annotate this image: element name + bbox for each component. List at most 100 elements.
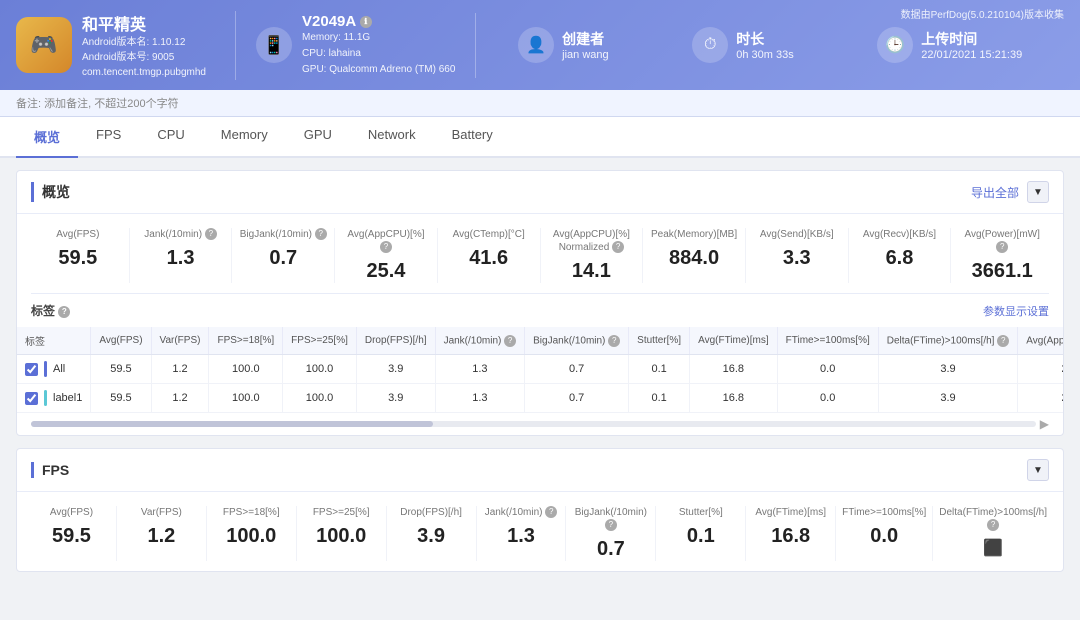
fps-var-label: Var(FPS) (123, 506, 200, 519)
device-info-section: 📱 V2049A ℹ Memory: 11.1G CPU: lahaina GP… (236, 13, 476, 78)
tags-info-icon[interactable]: ? (58, 306, 70, 318)
row-label1-drop: 3.9 (356, 384, 435, 413)
param-settings-link[interactable]: 参数显示设置 (983, 303, 1049, 319)
stat-appcpu-label: Avg(AppCPU)[%] ? (341, 228, 431, 254)
fps-drop-value: 3.9 (393, 525, 470, 548)
bigjank-info-icon[interactable]: ? (315, 228, 327, 240)
stat-power-label: Avg(Power)[mW] ? (957, 228, 1047, 254)
overview-stats-row: Avg(FPS) 59.5 Jank(/10min) ? 1.3 BigJank… (17, 214, 1063, 293)
overview-actions: 导出全部 ▼ (971, 181, 1049, 203)
appcpu-info-icon[interactable]: ? (380, 241, 392, 253)
table-header-row: 标签 Avg(FPS) Var(FPS) FPS>=18[%] FPS>=25[… (17, 327, 1063, 355)
device-memory: Memory: 11.1G (302, 30, 455, 46)
row-all-appcpu: 25.4 (1018, 355, 1063, 384)
scroll-track[interactable] (31, 421, 1036, 427)
row-label1-name: label1 (53, 392, 82, 404)
session-meta: 👤 创建者 jian wang ⏱ 时长 0h 30m 33s 🕒 上传时间 2… (476, 27, 1064, 63)
col-jank: Jank(/10min) ? (435, 327, 525, 355)
row-label1-checkbox[interactable] (25, 392, 38, 405)
scroll-right-arrow[interactable]: ▶ (1040, 417, 1049, 431)
stat-recv: Avg(Recv)[KB/s] 6.8 (849, 228, 952, 283)
table-row: All 59.5 1.2 100.0 100.0 3.9 1.3 0.7 0.1… (17, 355, 1063, 384)
row-all-fps25: 100.0 (283, 355, 357, 384)
table-row: label1 59.5 1.2 100.0 100.0 3.9 1.3 0.7 … (17, 384, 1063, 413)
col-bigjank: BigJank(/10min) ? (525, 327, 629, 355)
row-label1-color-bar (44, 390, 47, 406)
stat-bigjank-value: 0.7 (238, 247, 328, 270)
fps-stat-ftime100: FTime>=100ms[%] 0.0 (836, 506, 933, 561)
stat-appcpu-norm: Avg(AppCPU)[%] Normalized ? 14.1 (541, 228, 644, 283)
tab-gpu[interactable]: GPU (286, 117, 350, 158)
fps-25-value: 100.0 (303, 525, 380, 548)
fps-bigjank-value: 0.7 (572, 538, 649, 561)
col-ftime100: FTime>=100ms[%] (777, 327, 878, 355)
row-label1-stutter: 0.1 (629, 384, 690, 413)
fps-collapse-button[interactable]: ▼ (1027, 459, 1049, 481)
upload-time-label: 上传时间 (921, 29, 1022, 49)
col-appcpu: Avg(AppCPU)[%] ? (1018, 327, 1063, 355)
stat-ctemp-value: 41.6 (444, 247, 534, 270)
stat-power-value: 3661.1 (957, 260, 1047, 283)
fps-stat-stutter: Stutter[%] 0.1 (656, 506, 746, 561)
upload-time-icon: 🕒 (877, 27, 913, 63)
creator-info: 创建者 jian wang (562, 29, 608, 61)
row-all-drop: 3.9 (356, 355, 435, 384)
stat-appcpu-value: 25.4 (341, 260, 431, 283)
col-fps25: FPS>=25[%] (283, 327, 357, 355)
row-label1-avg-fps: 59.5 (91, 384, 151, 413)
fps-ftime100-label: FTime>=100ms[%] (842, 506, 926, 519)
device-info-icon[interactable]: ℹ (360, 16, 372, 28)
power-info-icon[interactable]: ? (996, 241, 1008, 253)
tab-overview[interactable]: 概览 (16, 117, 78, 158)
tags-table-container[interactable]: 标签 Avg(FPS) Var(FPS) FPS>=18[%] FPS>=25[… (17, 327, 1063, 413)
row-all-label: All (17, 355, 91, 384)
tab-battery[interactable]: Battery (434, 117, 511, 158)
fps-25-label: FPS>=25[%] (303, 506, 380, 519)
fps-jank-label: Jank(/10min) ? (483, 506, 560, 519)
device-cpu: CPU: lahaina (302, 46, 455, 62)
overview-title: 概览 (31, 182, 70, 202)
creator-value: jian wang (562, 49, 608, 61)
app-version-name: Android版本名: 1.10.12 (82, 35, 206, 50)
fps-jank-info-icon[interactable]: ? (545, 506, 557, 518)
tab-fps[interactable]: FPS (78, 117, 139, 158)
export-button[interactable]: 导出全部 (971, 184, 1019, 201)
stat-ctemp: Avg(CTemp)[°C] 41.6 (438, 228, 541, 283)
fps-delta-value: ⬛ (939, 538, 1047, 558)
stat-memory: Peak(Memory)[MB] 884.0 (643, 228, 746, 283)
table-jank-info[interactable]: ? (504, 335, 516, 347)
fps-delta-label: Delta(FTime)>100ms[/h] ? (939, 506, 1047, 532)
table-delta-info[interactable]: ? (997, 335, 1009, 347)
overview-collapse-button[interactable]: ▼ (1027, 181, 1049, 203)
table-bigjank-info[interactable]: ? (608, 335, 620, 347)
stat-bigjank: BigJank(/10min) ? 0.7 (232, 228, 335, 283)
row-label1-ftime: 16.8 (690, 384, 778, 413)
overview-section: 概览 导出全部 ▼ Avg(FPS) 59.5 Jank(/10min) ? 1… (16, 170, 1064, 436)
row-all-ftime100: 0.0 (777, 355, 878, 384)
appcpu-norm-info-icon[interactable]: ? (612, 241, 624, 253)
fps-18-value: 100.0 (213, 525, 290, 548)
tags-title: 标签 ? (31, 302, 70, 319)
duration-icon: ⏱ (692, 27, 728, 63)
main-content: 概览 导出全部 ▼ Avg(FPS) 59.5 Jank(/10min) ? 1… (0, 158, 1080, 596)
tab-memory[interactable]: Memory (203, 117, 286, 158)
tab-network[interactable]: Network (350, 117, 434, 158)
tab-cpu[interactable]: CPU (139, 117, 202, 158)
fps-delta-info-icon[interactable]: ? (987, 519, 999, 531)
stat-appcpu: Avg(AppCPU)[%] ? 25.4 (335, 228, 438, 283)
col-ftime: Avg(FTime)[ms] (690, 327, 778, 355)
table-scroll-indicator: ▶ (17, 413, 1063, 435)
col-fps18: FPS>=18[%] (209, 327, 283, 355)
stat-avg-fps: Avg(FPS) 59.5 (27, 228, 130, 283)
jank-info-icon[interactable]: ? (205, 228, 217, 240)
stat-send-value: 3.3 (752, 247, 842, 270)
perfdog-notice: 数据由PerfDog(5.0.210104)版本收集 (901, 6, 1064, 21)
stat-memory-label: Peak(Memory)[MB] (649, 228, 739, 241)
fps-drop-label: Drop(FPS)[/h] (393, 506, 470, 519)
fps-bigjank-info-icon[interactable]: ? (605, 519, 617, 531)
row-all-checkbox[interactable] (25, 363, 38, 376)
fps-stat-ftime: Avg(FTime)[ms] 16.8 (746, 506, 836, 561)
stat-bigjank-label: BigJank(/10min) ? (238, 228, 328, 241)
note-text: 备注: 添加备注, 不超过200个字符 (16, 98, 179, 110)
fps-avg-value: 59.5 (33, 525, 110, 548)
